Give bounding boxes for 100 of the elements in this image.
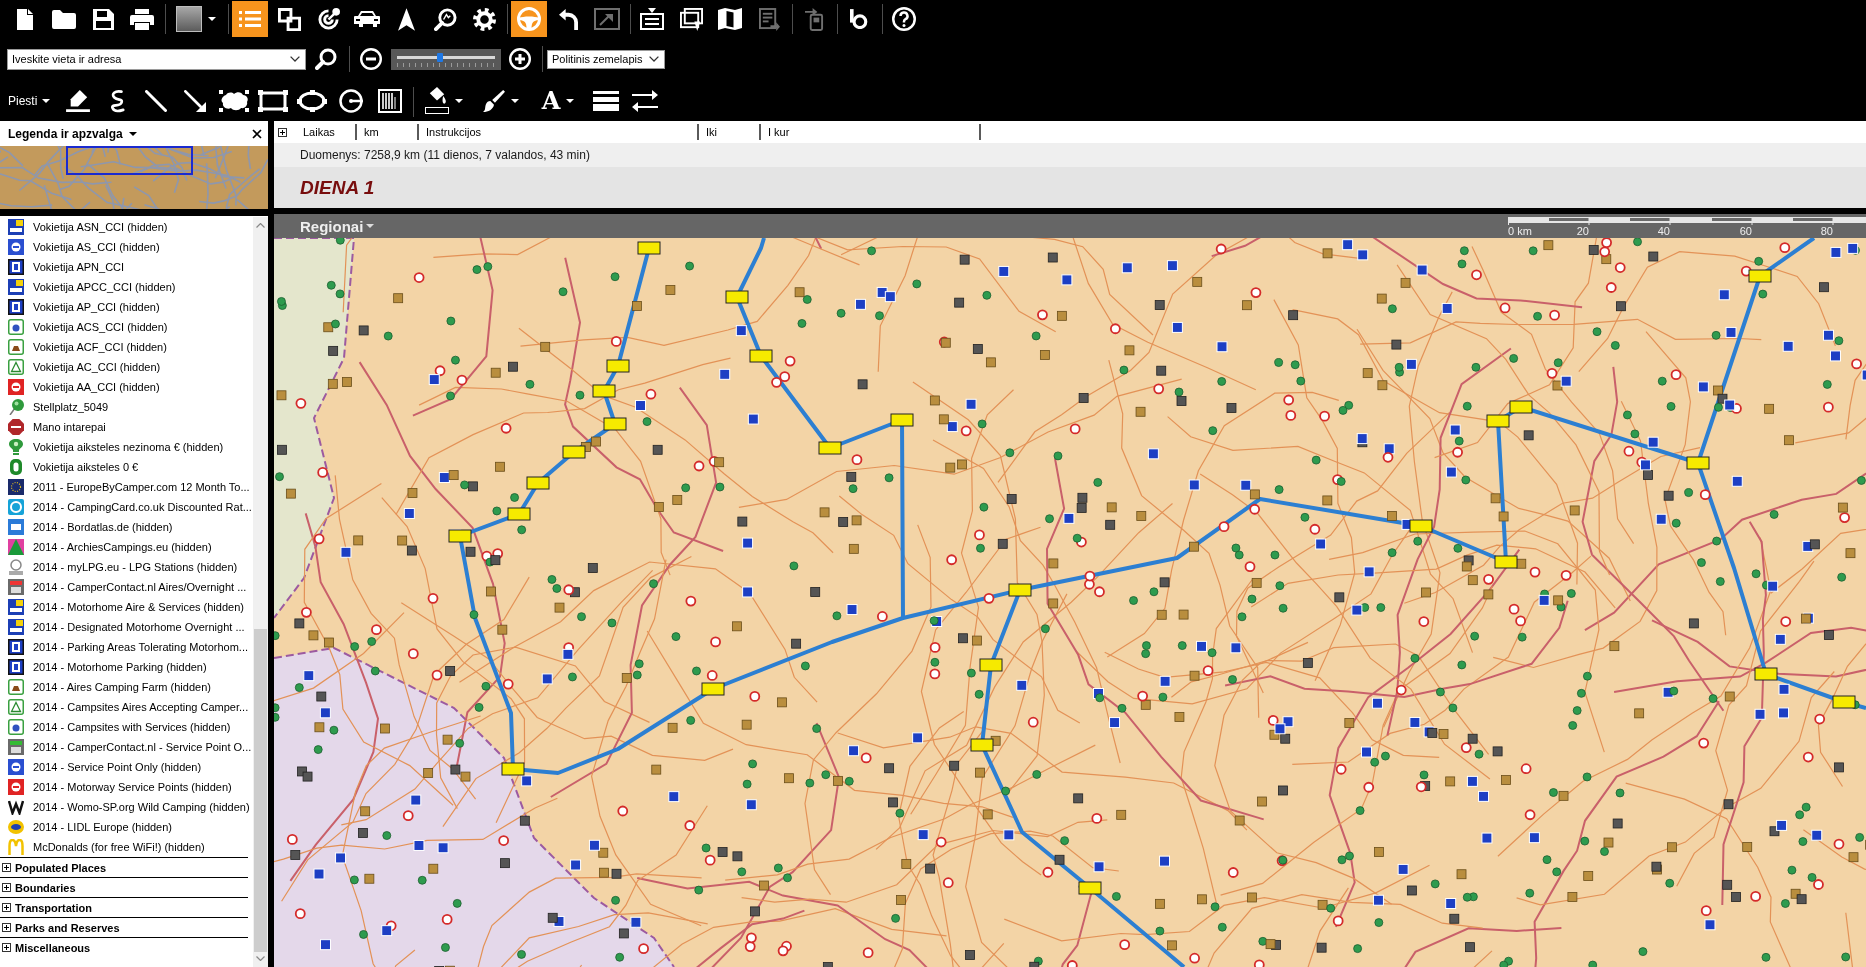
- legend-item[interactable]: Vokietija aiksteles nezinoma € (hidden): [0, 437, 253, 457]
- day-heading: DIENA 1: [274, 167, 1866, 208]
- legend-item[interactable]: Vokietija AS_CCI (hidden): [0, 237, 253, 257]
- legend-item[interactable]: 2014 - LIDL Europe (hidden): [0, 817, 253, 837]
- framed-sign-icon: [8, 359, 24, 375]
- legend-item[interactable]: Mano intarepai: [0, 417, 253, 437]
- column-header[interactable]: Laikas: [296, 124, 357, 140]
- scroll-up-icon[interactable]: [256, 223, 265, 228]
- brush-icon: [483, 89, 505, 112]
- region-menu[interactable]: Regionai: [300, 217, 375, 235]
- legend-item[interactable]: Vokietija aiksteles 0 €: [0, 457, 253, 477]
- legend-item[interactable]: 2014 - CamperContact.nl Aires/Overnight ...: [0, 577, 253, 597]
- framed-sign-icon: [8, 679, 24, 695]
- column-header[interactable]: I kur: [761, 124, 981, 140]
- chevron-icon[interactable]: [290, 55, 300, 62]
- zoom-out-button[interactable]: [360, 48, 382, 70]
- expand-icon[interactable]: [2, 883, 11, 892]
- triangle-icon: [8, 539, 24, 555]
- legend-item[interactable]: 2014 - Campsites with Services (hidden): [0, 717, 253, 737]
- badge-icon: [8, 439, 24, 455]
- sign-icon: [8, 619, 24, 635]
- scale-label: 0 km: [1508, 225, 1532, 237]
- legend-group[interactable]: Transportation: [0, 897, 248, 917]
- scrollbar-thumb[interactable]: [254, 629, 267, 952]
- expand-icon[interactable]: [2, 943, 11, 952]
- legend-item[interactable]: Vokietija APN_CCI: [0, 257, 253, 277]
- legend-item[interactable]: Vokietija AC_CCI (hidden): [0, 357, 253, 377]
- panel-title-menu[interactable]: Legenda ir apzvalga: [8, 126, 137, 141]
- document-arrow-icon: [758, 7, 780, 31]
- legend-item[interactable]: 2014 - Motorhome Parking (hidden): [0, 657, 253, 677]
- framed-sign-icon: [8, 339, 24, 355]
- legend-group[interactable]: Parks and Reserves: [0, 917, 248, 937]
- legend-item[interactable]: 2014 - Bordatlas.de (hidden): [0, 517, 253, 537]
- map-type-dropdown[interactable]: Politinis zemelapis: [547, 49, 665, 69]
- legend-item[interactable]: 2014 - Womo-SP.org Wild Camping (hidden): [0, 797, 253, 817]
- legend-item[interactable]: 2014 - Parking Areas Tolerating Motorhom...: [0, 637, 253, 657]
- text-button[interactable]: A: [531, 82, 585, 119]
- scale-label: 40: [1657, 225, 1670, 237]
- scale-label: 20: [1576, 225, 1589, 237]
- scroll-down-icon[interactable]: [256, 956, 265, 961]
- expand-icon[interactable]: [2, 863, 11, 872]
- legend-group[interactable]: Populated Places: [0, 857, 248, 877]
- legend-item[interactable]: 2014 - Designated Motorhome Overnight ...: [0, 617, 253, 637]
- undo-icon: [558, 8, 578, 30]
- legend-item[interactable]: 2014 - Service Point Only (hidden): [0, 757, 253, 777]
- caret-icon: [208, 17, 216, 21]
- expand-icon[interactable]: [2, 923, 11, 932]
- overview-map-drawing[interactable]: [0, 146, 268, 209]
- legend-item[interactable]: Vokietija APCC_CCI (hidden): [0, 277, 253, 297]
- ring-icon: [8, 559, 24, 575]
- search-button[interactable]: [315, 48, 337, 70]
- legend-item[interactable]: Vokietija AP_CCI (hidden): [0, 297, 253, 317]
- column-header[interactable]: Iki: [699, 124, 761, 140]
- zoom-slider[interactable]: [391, 48, 501, 70]
- caret-icon: [566, 98, 575, 103]
- address-field[interactable]: Iveskite vieta ir adresa: [7, 48, 306, 70]
- legend-group[interactable]: Miscellaneous: [0, 937, 248, 957]
- legend-item[interactable]: Vokietija ASN_CCI (hidden): [0, 217, 253, 237]
- expand-icon[interactable]: [2, 903, 11, 912]
- sign-icon: [8, 599, 24, 615]
- legend-group[interactable]: Boundaries: [0, 877, 248, 897]
- gear-icon: [472, 7, 496, 31]
- legend-item[interactable]: Stellplatz_5049: [0, 397, 253, 417]
- expand-icon[interactable]: [278, 127, 287, 137]
- legend-item[interactable]: Vokietija ACS_CCI (hidden): [0, 317, 253, 337]
- legend-item[interactable]: 2014 - CampingCard.co.uk Discounted Rat...: [0, 497, 253, 517]
- barcode-icon: [378, 88, 402, 113]
- sign-icon: [8, 659, 24, 675]
- legend-item[interactable]: 2014 - Motorhome Aire & Services (hidden): [0, 597, 253, 617]
- caret-icon: [42, 98, 51, 103]
- cloud-icon: [219, 89, 249, 112]
- map-drawing[interactable]: [274, 238, 1866, 967]
- search-icon: [315, 48, 337, 70]
- legend-item[interactable]: 2014 - CamperContact.nl - Service Point O...: [0, 737, 253, 757]
- document-icon: [17, 8, 33, 30]
- legend-item[interactable]: 2014 - Motorway Service Points (hidden): [0, 777, 253, 797]
- sign-icon: [8, 299, 24, 315]
- draw-menu-button[interactable]: Piesti: [6, 85, 55, 116]
- line-weight-icon: [593, 90, 619, 111]
- close-button[interactable]: [252, 128, 262, 139]
- legend-item[interactable]: 2011 - EuropeByCamper.com 12 Month To...: [0, 477, 253, 497]
- caret-icon: [366, 224, 375, 228]
- legend-item[interactable]: 2014 - Campsites Aires Accepting Camper...: [0, 697, 253, 717]
- route-summary: Duomenys: 7258,9 km (11 dienos, 7 valandos, 43 min): [274, 143, 1866, 167]
- legend-item[interactable]: 2014 - myLPG.eu - LPG Stations (hidden): [0, 557, 253, 577]
- scrollbar[interactable]: [253, 217, 268, 967]
- logo-icon: [850, 9, 868, 29]
- slider-thumb[interactable]: [437, 52, 444, 62]
- column-header[interactable]: Instrukcijos: [419, 124, 699, 140]
- caret-icon: [455, 98, 463, 103]
- column-header[interactable]: km: [357, 124, 419, 140]
- close-icon: [252, 128, 262, 139]
- legend-item[interactable]: 2014 - ArchiesCampings.eu (hidden): [0, 537, 253, 557]
- legend-item[interactable]: Vokietija ACF_CCI (hidden): [0, 337, 253, 357]
- legend-item[interactable]: 2014 - Aires Camping Farm (hidden): [0, 677, 253, 697]
- arrow-icon: [184, 89, 206, 112]
- framed-sign-icon: [8, 699, 24, 715]
- zoom-in-button[interactable]: [509, 48, 531, 70]
- legend-item[interactable]: Vokietija AA_CCI (hidden): [0, 377, 253, 397]
- legend-item[interactable]: McDonalds (for free WiFi!) (hidden): [0, 837, 253, 857]
